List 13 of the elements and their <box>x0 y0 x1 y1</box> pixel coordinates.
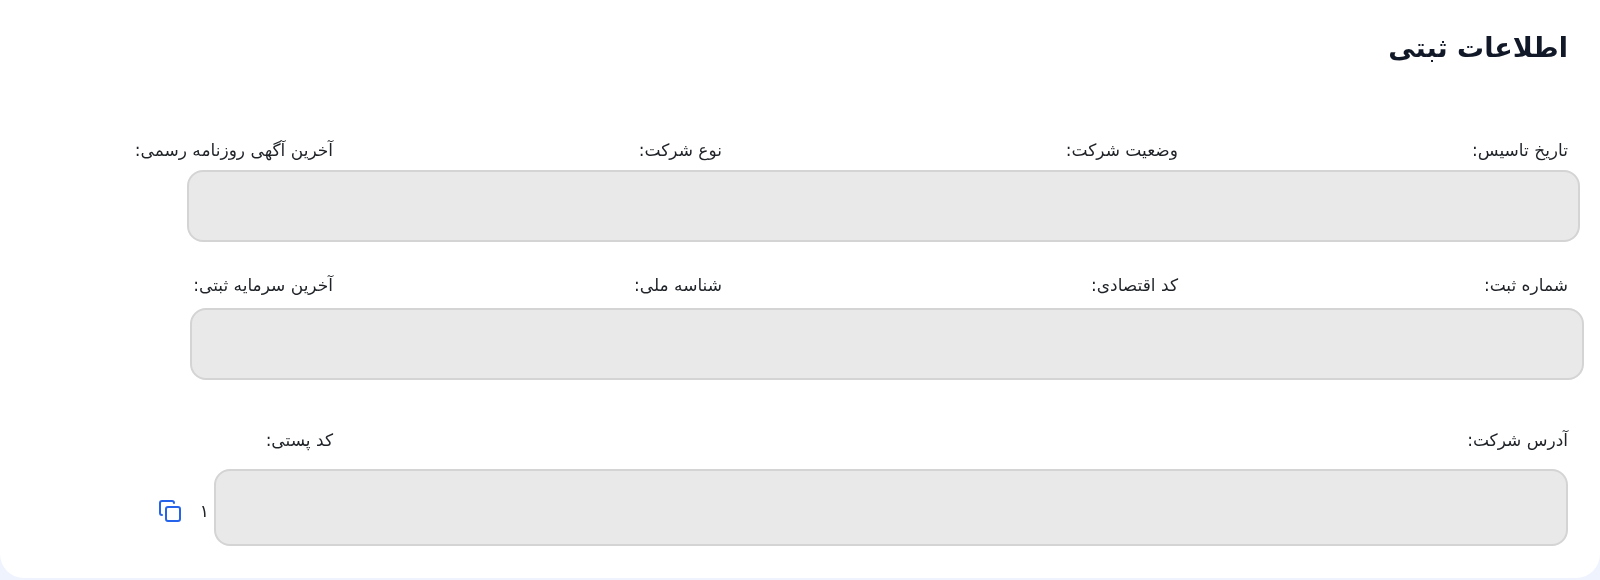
field-value: ۱ <box>199 500 209 523</box>
field-label: کد اقتصادی: <box>1091 274 1178 296</box>
field-label: وضعیت شرکت: <box>1065 139 1178 161</box>
field-label: نوع شرکت: <box>638 139 722 161</box>
field-label: کد پستی: <box>265 429 333 451</box>
field-label: آخرین آگهی روزنامه رسمی: <box>134 139 333 161</box>
field-label: آخرین سرمایه ثبتی: <box>193 274 333 296</box>
field-label: شماره ثبت: <box>1483 274 1568 296</box>
copy-button[interactable] <box>157 499 182 523</box>
field-label: آدرس شرکت: <box>1467 429 1568 451</box>
section-title: اطلاعات ثبتی <box>1387 31 1568 65</box>
field-label: تاریخ تاسیس: <box>1472 139 1568 161</box>
field-label: شناسه ملی: <box>634 274 722 296</box>
